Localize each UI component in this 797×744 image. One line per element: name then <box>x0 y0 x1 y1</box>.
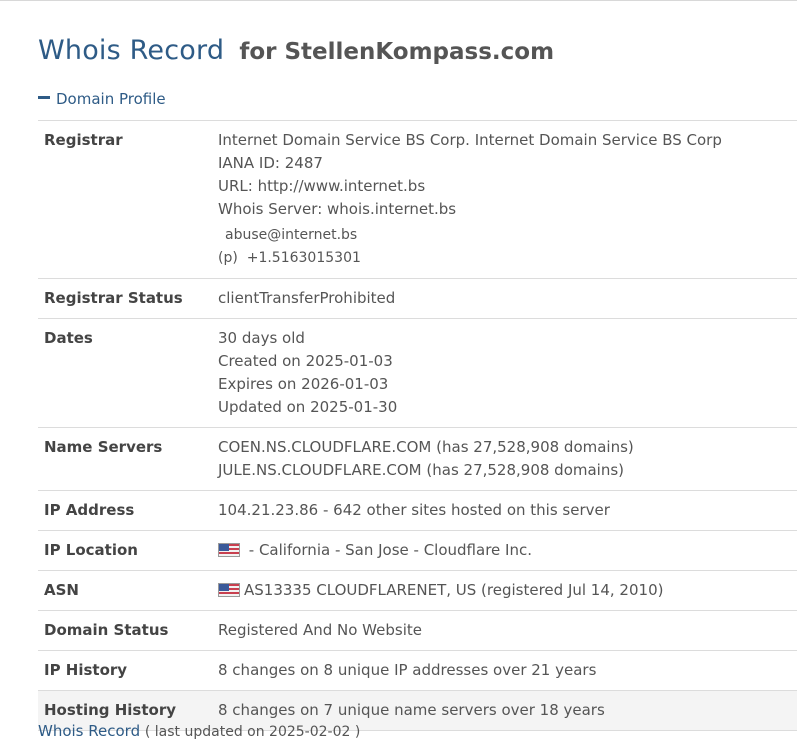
whois-server: Whois Server: whois.internet.bs <box>218 200 457 218</box>
dates-value: 30 days old Created on 2025-01-03 Expire… <box>206 318 797 428</box>
ip-location-value: - California - San Jose - Cloudflare Inc… <box>206 530 797 571</box>
created-date: Created on 2025-01-03 <box>218 352 393 370</box>
registrar-value: Internet Domain Service BS Corp. Interne… <box>206 120 797 279</box>
collapse-minus-icon <box>38 96 50 99</box>
ip-location-text: - California - San Jose - Cloudflare Inc… <box>244 541 532 559</box>
row-registrar: Registrar Internet Domain Service BS Cor… <box>38 120 797 279</box>
registrar-status-label: Registrar Status <box>38 278 206 319</box>
ip-history-value: 8 changes on 8 unique IP addresses over … <box>206 650 797 691</box>
asn-text: AS13335 CLOUDFLARENET, US (registered Ju… <box>244 581 664 599</box>
page-title-domain: for StellenKompass.com <box>239 39 555 65</box>
domain-status-label: Domain Status <box>38 610 206 651</box>
asn-value: AS13335 CLOUDFLARENET, US (registered Ju… <box>206 570 797 611</box>
row-ip-address: IP Address 104.21.23.86 - 642 other site… <box>38 490 797 531</box>
registrar-label: Registrar <box>38 120 206 279</box>
registrar-phone: (p) +1.5163015301 <box>218 247 791 270</box>
page-title-main: Whois Record <box>38 35 225 66</box>
name-servers-label: Name Servers <box>38 427 206 491</box>
domain-profile-table: Registrar Internet Domain Service BS Cor… <box>38 120 797 731</box>
whois-record-footer: Whois Record ( last updated on 2025-02-0… <box>38 722 360 740</box>
name-servers-value: COEN.NS.CLOUDFLARE.COM (has 27,528,908 d… <box>206 427 797 491</box>
domain-age: 30 days old <box>218 329 305 347</box>
registrar-status-value: clientTransferProhibited <box>206 278 797 319</box>
expires-date: Expires on 2026-01-03 <box>218 375 389 393</box>
name-server-1: COEN.NS.CLOUDFLARE.COM (has 27,528,908 d… <box>218 438 634 456</box>
abuse-email: abuse@internet.bs <box>225 227 358 243</box>
row-ip-history: IP History 8 changes on 8 unique IP addr… <box>38 650 797 691</box>
iana-id: IANA ID: 2487 <box>218 154 323 172</box>
ip-history-label: IP History <box>38 650 206 691</box>
registrar-url: URL: http://www.internet.bs <box>218 177 426 195</box>
row-registrar-status: Registrar Status clientTransferProhibite… <box>38 278 797 319</box>
updated-date: Updated on 2025-01-30 <box>218 398 398 416</box>
us-flag-icon <box>218 543 240 557</box>
whois-record-link[interactable]: Whois Record <box>38 722 140 740</box>
domain-profile-toggle[interactable]: Domain Profile <box>38 90 166 108</box>
us-flag-icon <box>218 583 240 597</box>
row-domain-status: Domain Status Registered And No Website <box>38 610 797 651</box>
name-server-2: JULE.NS.CLOUDFLARE.COM (has 27,528,908 d… <box>218 461 625 479</box>
domain-status-value: Registered And No Website <box>206 610 797 651</box>
ip-address-label: IP Address <box>38 490 206 531</box>
ip-address-value: 104.21.23.86 - 642 other sites hosted on… <box>206 490 797 531</box>
last-updated-text: ( last updated on 2025-02-02 ) <box>144 724 361 740</box>
row-asn: ASN AS13335 CLOUDFLARENET, US (registere… <box>38 570 797 611</box>
row-dates: Dates 30 days old Created on 2025-01-03 … <box>38 318 797 428</box>
row-ip-location: IP Location - California - San Jose - Cl… <box>38 530 797 571</box>
domain-profile-label: Domain Profile <box>56 90 166 108</box>
ip-location-label: IP Location <box>38 530 206 571</box>
dates-label: Dates <box>38 318 206 428</box>
phone-number: +1.5163015301 <box>246 250 361 266</box>
asn-label: ASN <box>38 570 206 611</box>
row-name-servers: Name Servers COEN.NS.CLOUDFLARE.COM (has… <box>38 427 797 491</box>
page-title: Whois Record for StellenKompass.com <box>38 29 554 67</box>
registrar-name: Internet Domain Service BS Corp. Interne… <box>218 131 722 149</box>
phone-prefix: (p) <box>218 250 238 266</box>
